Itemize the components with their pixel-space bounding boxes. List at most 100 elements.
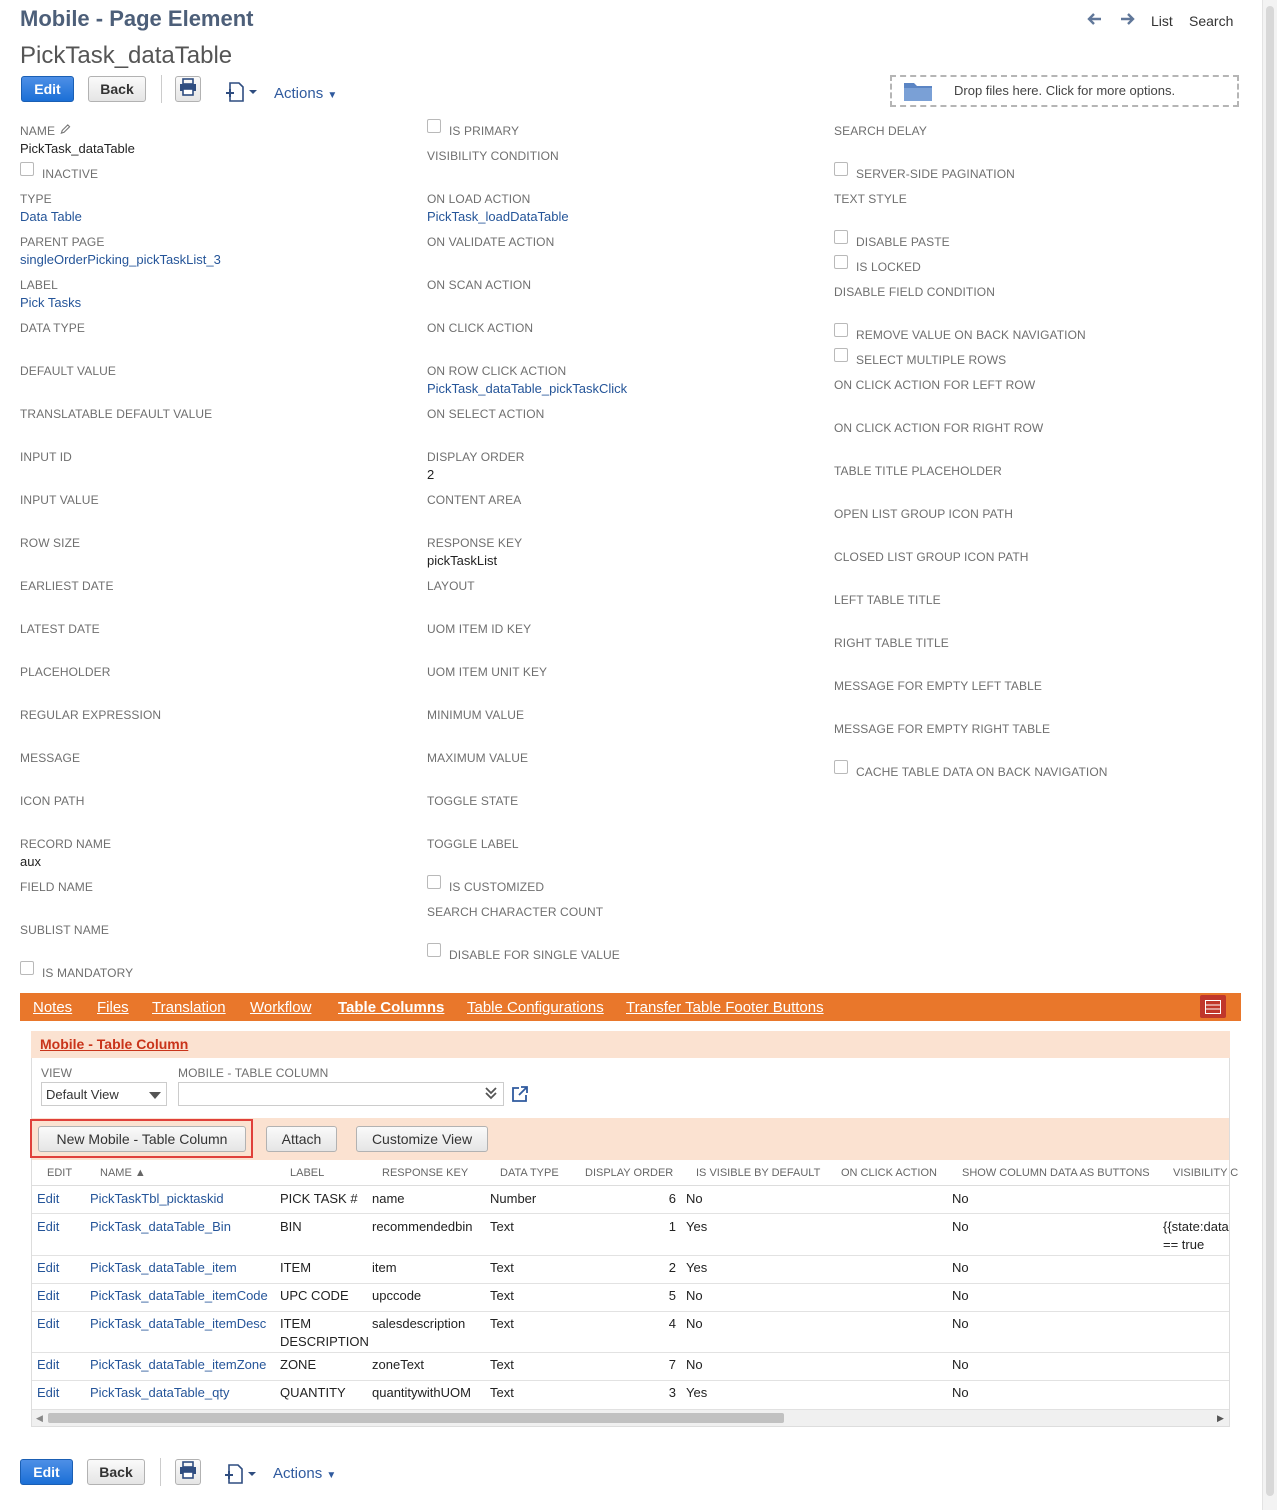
col-header-name[interactable]: NAME ▲ bbox=[100, 1167, 146, 1179]
new-record-menu[interactable] bbox=[224, 81, 258, 108]
is-customized-label: IS CUSTOMIZED bbox=[449, 880, 545, 894]
label-value[interactable]: Pick Tasks bbox=[20, 295, 81, 310]
row-edit-link[interactable]: Edit bbox=[37, 1191, 59, 1206]
type-value-link[interactable]: Data Table bbox=[20, 209, 82, 224]
is-mandatory-checkbox[interactable] bbox=[20, 961, 34, 975]
new-document-icon bbox=[223, 1464, 257, 1489]
new-mobile-table-column-button[interactable]: New Mobile - Table Column bbox=[38, 1126, 246, 1152]
on-load-action-link[interactable]: PickTask_loadDataTable bbox=[427, 209, 569, 224]
row-edit-link[interactable]: Edit bbox=[37, 1316, 59, 1331]
search-link[interactable]: Search bbox=[1189, 13, 1233, 29]
col-header-response-key[interactable]: RESPONSE KEY bbox=[382, 1167, 468, 1179]
row-label: UPC CODE bbox=[280, 1288, 349, 1303]
chevron-down-icon bbox=[149, 1088, 161, 1103]
row-label: PICK TASK # bbox=[280, 1191, 358, 1206]
back-arrow-icon[interactable] bbox=[1086, 10, 1104, 33]
row-visible: No bbox=[686, 1288, 703, 1303]
edit-button[interactable]: Edit bbox=[21, 76, 74, 102]
scroll-right-icon[interactable]: ▶ bbox=[1217, 1413, 1224, 1424]
col-header-on-click-action[interactable]: ON CLICK ACTION bbox=[841, 1167, 937, 1179]
is-locked-checkbox[interactable] bbox=[834, 255, 848, 269]
attach-button[interactable]: Attach bbox=[266, 1126, 337, 1152]
mobile-table-column-select[interactable] bbox=[178, 1082, 504, 1106]
sublist-title[interactable]: Mobile - Table Column bbox=[40, 1036, 188, 1052]
col-header-visible-default[interactable]: IS VISIBLE BY DEFAULT bbox=[696, 1167, 820, 1179]
print-button[interactable] bbox=[175, 76, 201, 102]
row-response-key: quantitywithUOM bbox=[372, 1385, 471, 1400]
row-edit-link[interactable]: Edit bbox=[37, 1219, 59, 1234]
tab-table-columns[interactable]: Table Columns bbox=[338, 999, 444, 1016]
page-scroll-thumb[interactable] bbox=[1266, 6, 1274, 1496]
pencil-icon[interactable] bbox=[59, 124, 71, 138]
disable-paste-checkbox[interactable] bbox=[834, 230, 848, 244]
open-external-icon[interactable] bbox=[511, 1085, 529, 1108]
right-table-title-label: RIGHT TABLE TITLE bbox=[834, 636, 949, 650]
disable-for-single-value-label: DISABLE FOR SINGLE VALUE bbox=[449, 948, 620, 962]
scroll-left-icon[interactable]: ◀ bbox=[36, 1413, 43, 1424]
page-scrollbar[interactable] bbox=[1262, 0, 1277, 1510]
row-edit-link[interactable]: Edit bbox=[37, 1357, 59, 1372]
row-name-link[interactable]: PickTask_dataTable_itemDesc bbox=[90, 1316, 266, 1331]
collapse-tabs-icon[interactable] bbox=[1200, 995, 1226, 1018]
print-icon bbox=[179, 1460, 197, 1484]
input-value-label: INPUT VALUE bbox=[20, 493, 99, 507]
col-header-data-type[interactable]: DATA TYPE bbox=[500, 1167, 559, 1179]
is-primary-checkbox[interactable] bbox=[427, 119, 441, 133]
tab-translation[interactable]: Translation bbox=[152, 999, 226, 1016]
row-name-link[interactable]: PickTask_dataTable_item bbox=[90, 1260, 237, 1275]
left-table-title-label: LEFT TABLE TITLE bbox=[834, 593, 941, 607]
row-edit-link[interactable]: Edit bbox=[37, 1288, 59, 1303]
row-name-link[interactable]: PickTask_dataTable_itemCode bbox=[90, 1288, 268, 1303]
back-button[interactable]: Back bbox=[88, 76, 146, 102]
cache-table-data-label: CACHE TABLE DATA ON BACK NAVIGATION bbox=[856, 765, 1108, 779]
new-record-menu-bottom[interactable] bbox=[223, 1463, 257, 1490]
row-name-link[interactable]: PickTask_dataTable_Bin bbox=[90, 1219, 231, 1234]
edit-button-bottom[interactable]: Edit bbox=[20, 1459, 73, 1485]
col-header-label[interactable]: LABEL bbox=[290, 1167, 324, 1179]
list-link[interactable]: List bbox=[1151, 13, 1173, 29]
remove-value-on-back-checkbox[interactable] bbox=[834, 323, 848, 337]
row-name-link[interactable]: PickTaskTbl_picktaskid bbox=[90, 1191, 224, 1206]
tab-files[interactable]: Files bbox=[97, 999, 129, 1016]
is-customized-checkbox[interactable] bbox=[427, 875, 441, 889]
table-row: Edit PickTask_dataTable_Bin BIN recommen… bbox=[32, 1214, 1229, 1256]
cache-table-data-checkbox[interactable] bbox=[834, 760, 848, 774]
tab-transfer-table-footer-buttons[interactable]: Transfer Table Footer Buttons bbox=[626, 999, 824, 1016]
server-side-pagination-checkbox[interactable] bbox=[834, 162, 848, 176]
file-drop-zone[interactable]: Drop files here. Click for more options. bbox=[890, 75, 1239, 107]
col-header-display-order[interactable]: DISPLAY ORDER bbox=[585, 1167, 673, 1179]
row-visibility: {{state:data bbox=[1163, 1219, 1229, 1234]
actions-menu-bottom[interactable]: Actions ▼ bbox=[273, 1465, 336, 1482]
view-select[interactable]: Default View bbox=[41, 1082, 167, 1106]
data-type-label: DATA TYPE bbox=[20, 321, 85, 335]
record-name-label: RECORD NAME bbox=[20, 837, 112, 851]
tab-table-configurations[interactable]: Table Configurations bbox=[467, 999, 604, 1016]
drop-zone-text: Drop files here. Click for more options. bbox=[954, 83, 1176, 98]
select-multiple-rows-checkbox[interactable] bbox=[834, 348, 848, 362]
scroll-thumb[interactable] bbox=[48, 1413, 784, 1423]
disable-for-single-value-checkbox[interactable] bbox=[427, 943, 441, 957]
row-name-link[interactable]: PickTask_dataTable_itemZone bbox=[90, 1357, 266, 1372]
inactive-checkbox[interactable] bbox=[20, 162, 34, 176]
open-list-group-icon-path-label: OPEN LIST GROUP ICON PATH bbox=[834, 507, 1013, 521]
row-edit-link[interactable]: Edit bbox=[37, 1385, 59, 1400]
parent-page-link[interactable]: singleOrderPicking_pickTaskList_3 bbox=[20, 252, 221, 267]
tab-workflow[interactable]: Workflow bbox=[250, 999, 311, 1016]
print-button-bottom[interactable] bbox=[175, 1459, 201, 1485]
on-row-click-action-link[interactable]: PickTask_dataTable_pickTaskClick bbox=[427, 381, 627, 396]
row-edit-link[interactable]: Edit bbox=[37, 1260, 59, 1275]
row-display-order: 1 bbox=[668, 1219, 676, 1234]
forward-arrow-icon[interactable] bbox=[1118, 10, 1136, 33]
customize-view-button[interactable]: Customize View bbox=[356, 1126, 488, 1152]
message-empty-right-table-label: MESSAGE FOR EMPTY RIGHT TABLE bbox=[834, 722, 1051, 736]
regular-expression-label: REGULAR EXPRESSION bbox=[20, 708, 162, 722]
col-header-show-column-buttons[interactable]: SHOW COLUMN DATA AS BUTTONS bbox=[962, 1167, 1150, 1179]
back-button-bottom[interactable]: Back bbox=[87, 1459, 145, 1485]
display-order-label: DISPLAY ORDER bbox=[427, 450, 525, 464]
horizontal-scrollbar[interactable]: ◀ ▶ bbox=[32, 1409, 1229, 1426]
tab-notes[interactable]: Notes bbox=[33, 999, 72, 1016]
col-header-visibility[interactable]: VISIBILITY C bbox=[1173, 1167, 1238, 1179]
row-visible: Yes bbox=[686, 1219, 708, 1234]
actions-menu[interactable]: Actions ▼ bbox=[274, 85, 337, 102]
row-name-link[interactable]: PickTask_dataTable_qty bbox=[90, 1385, 229, 1400]
